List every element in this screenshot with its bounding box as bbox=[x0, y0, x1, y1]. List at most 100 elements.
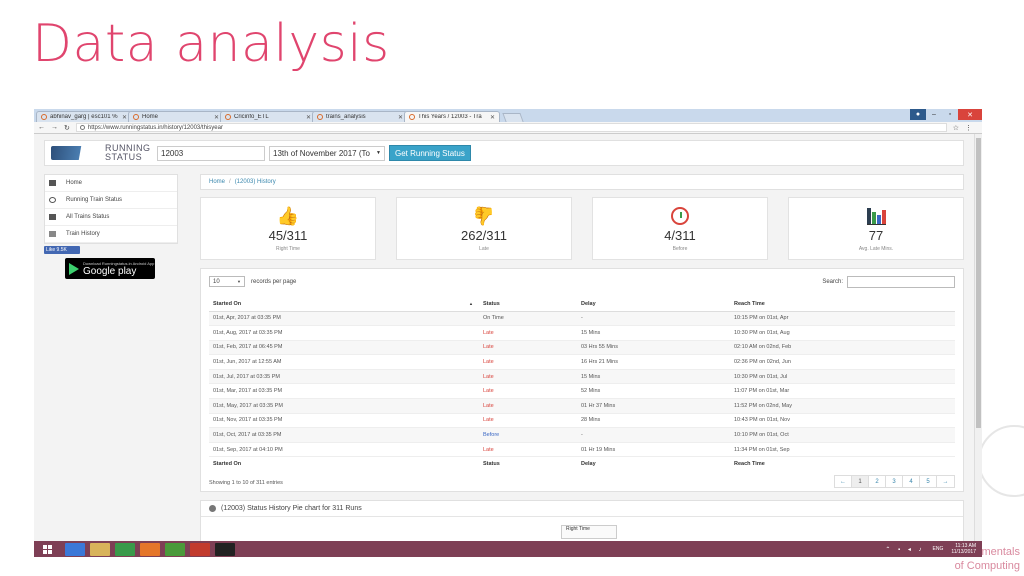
site-logo[interactable]: RUNNING STATUS bbox=[51, 141, 155, 165]
search-label: Search: bbox=[822, 279, 843, 285]
reload-icon[interactable]: ↻ bbox=[64, 124, 70, 132]
scrollbar-thumb[interactable] bbox=[976, 138, 981, 428]
table-row: 01st, Mar, 2017 at 03:35 PM Late 52 Mins 11… bbox=[209, 383, 955, 400]
maximize-icon[interactable]: ▫ bbox=[942, 109, 958, 120]
train-number-input[interactable]: 12003 bbox=[157, 145, 265, 161]
column-header-delay[interactable]: Delay bbox=[577, 297, 730, 312]
close-window-icon[interactable]: ✕ bbox=[958, 109, 982, 120]
get-running-status-button[interactable]: Get Running Status bbox=[389, 145, 471, 161]
cell-started-on: 01st, Sep, 2017 at 04:10 PM bbox=[209, 442, 479, 458]
taskbar-app-icon[interactable] bbox=[65, 542, 85, 556]
sort-icon[interactable]: ▲ bbox=[469, 301, 473, 306]
table-row: 01st, Jul, 2017 at 03:35 PM Late 15 Mins 10… bbox=[209, 369, 955, 385]
cell-started-on: 01st, Feb, 2017 at 06:45 PM bbox=[209, 340, 479, 356]
taskbar-app-icon[interactable] bbox=[90, 542, 110, 556]
page-scrollbar[interactable] bbox=[974, 134, 982, 542]
browser-tab[interactable]: abhinav_garg | esc101 % ✕ bbox=[36, 111, 132, 122]
pie-tooltip: Right Time bbox=[561, 525, 617, 539]
table-info: Showing 1 to 10 of 311 entries bbox=[209, 480, 283, 486]
profile-icon[interactable]: ● bbox=[910, 109, 926, 120]
breadcrumb-home[interactable]: Home bbox=[209, 179, 225, 185]
sidebar-item-running-status[interactable]: Running Train Status bbox=[45, 192, 177, 209]
pagination: ← 1 2 3 4 5 → bbox=[834, 475, 955, 488]
bar-chart-icon bbox=[866, 207, 886, 225]
cell-reach-time: 10:15 PM on 01st, Apr bbox=[730, 311, 955, 327]
next-page-button[interactable]: → bbox=[937, 476, 954, 487]
cell-status: Late bbox=[479, 340, 577, 356]
cell-started-on: 01st, Jun, 2017 at 12:55 AM bbox=[209, 354, 479, 370]
cell-reach-time: 10:43 PM on 01st, Nov bbox=[730, 413, 955, 429]
cell-status: Late bbox=[479, 383, 577, 400]
table-row: 01st, Apr, 2017 at 03:35 PM On Time -10:15… bbox=[209, 311, 955, 327]
footer-delay: Delay bbox=[577, 456, 730, 471]
close-tab-icon[interactable]: ✕ bbox=[122, 114, 127, 121]
browser-tab-active[interactable]: This Years / 12003 - Tra ✕ bbox=[404, 111, 500, 122]
cell-started-on: 01st, Nov, 2017 at 03:35 PM bbox=[209, 413, 479, 429]
cell-status: Before bbox=[479, 427, 577, 443]
column-header-status[interactable]: Status bbox=[479, 297, 577, 312]
page-button[interactable]: 1 bbox=[852, 476, 869, 487]
list-icon bbox=[49, 214, 56, 220]
table-row: 01st, May, 2017 at 03:35 PM Late 01 Hr 37 … bbox=[209, 398, 955, 414]
browser-tab[interactable]: trains_analysis ✕ bbox=[312, 111, 408, 122]
taskbar-app-icon[interactable] bbox=[190, 542, 210, 556]
table-search: Search: bbox=[822, 276, 955, 288]
minimize-icon[interactable]: – bbox=[926, 109, 942, 120]
page-button[interactable]: 3 bbox=[886, 476, 903, 487]
sidebar-item-home[interactable]: Home bbox=[45, 175, 177, 192]
tab-bar: abhinav_garg | esc101 % ✕ Home ✕ Cricinfo_… bbox=[34, 109, 982, 122]
browser-tab[interactable]: Home ✕ bbox=[128, 111, 224, 122]
table-row: 01st, Nov, 2017 at 03:35 PM Late 28 Mins 10… bbox=[209, 413, 955, 429]
date-select[interactable]: 13th of November 2017 (To ▼ bbox=[269, 145, 385, 161]
close-tab-icon[interactable]: ✕ bbox=[306, 114, 311, 121]
close-tab-icon[interactable]: ✕ bbox=[214, 114, 219, 121]
chevron-down-icon: ▼ bbox=[237, 279, 241, 284]
facebook-like-button[interactable]: Like 9.5K bbox=[44, 246, 80, 254]
cell-reach-time: 11:07 PM on 01st, Mar bbox=[730, 383, 955, 400]
page-button[interactable]: 2 bbox=[869, 476, 886, 487]
browser-tab[interactable]: Cricinfo_ETL ✕ bbox=[220, 111, 316, 122]
tray-icons[interactable]: ⌃ ▪ ◂ ♪ bbox=[885, 546, 924, 553]
column-header-started-on[interactable]: Started On ▲ bbox=[209, 297, 479, 312]
close-tab-icon[interactable]: ✕ bbox=[490, 114, 495, 121]
column-header-reach-time[interactable]: Reach Time bbox=[730, 297, 955, 312]
cell-reach-time: 10:10 PM on 01st, Oct bbox=[730, 427, 955, 443]
menu-icon[interactable]: ⋮ bbox=[965, 124, 972, 132]
new-tab-button[interactable] bbox=[502, 113, 524, 122]
cell-delay: 01 Hr 37 Mins bbox=[577, 398, 730, 414]
stat-late: 👍 262/311 Late bbox=[396, 197, 572, 260]
back-icon[interactable]: ← bbox=[38, 124, 45, 131]
page-button[interactable]: 5 bbox=[920, 476, 937, 487]
google-play-badge[interactable]: Download Runningstatus.in Android App Go… bbox=[65, 258, 155, 279]
language-indicator[interactable]: ENG bbox=[933, 546, 944, 552]
cell-reach-time: 10:30 PM on 01st, Jul bbox=[730, 369, 955, 385]
taskbar-app-icon[interactable] bbox=[215, 542, 235, 556]
system-clock[interactable]: 11:13 AM 11/13/2017 bbox=[951, 543, 976, 555]
url-field[interactable]: https://www.runningstatus.in/history/120… bbox=[75, 123, 947, 132]
cell-started-on: 01st, Apr, 2017 at 03:35 PM bbox=[209, 311, 479, 327]
cell-status: On Time bbox=[479, 311, 577, 327]
windows-taskbar: ⌃ ▪ ◂ ♪ ENG 11:13 AM 11/13/2017 bbox=[34, 541, 982, 557]
sidebar-item-history[interactable]: Train History bbox=[45, 226, 177, 243]
start-button[interactable] bbox=[34, 541, 60, 557]
taskbar-app-icon[interactable] bbox=[165, 542, 185, 556]
system-tray: ⌃ ▪ ◂ ♪ ENG 11:13 AM 11/13/2017 bbox=[885, 543, 982, 555]
star-icon[interactable]: ☆ bbox=[953, 124, 959, 132]
taskbar-app-icon[interactable] bbox=[140, 542, 160, 556]
prev-page-button[interactable]: ← bbox=[835, 476, 852, 487]
cell-status: Late bbox=[479, 398, 577, 414]
cell-status: Late bbox=[479, 369, 577, 385]
forward-icon[interactable]: → bbox=[51, 124, 58, 131]
breadcrumb: Home / (12003) History bbox=[200, 174, 964, 190]
sidebar-item-all-trains[interactable]: All Trains Status bbox=[45, 209, 177, 226]
records-per-page-select[interactable]: 10 ▼ bbox=[209, 276, 245, 287]
cell-delay: 03 Hrs 55 Mins bbox=[577, 340, 730, 356]
history-table: Started On ▲ Status Delay Reach Time 01st… bbox=[209, 297, 955, 471]
search-input[interactable] bbox=[847, 276, 955, 288]
close-tab-icon[interactable]: ✕ bbox=[398, 114, 403, 121]
cell-delay: 52 Mins bbox=[577, 383, 730, 400]
tab-favicon-icon bbox=[409, 114, 415, 120]
taskbar-app-icon[interactable] bbox=[115, 542, 135, 556]
page-button[interactable]: 4 bbox=[903, 476, 920, 487]
cell-status: Late bbox=[479, 442, 577, 458]
